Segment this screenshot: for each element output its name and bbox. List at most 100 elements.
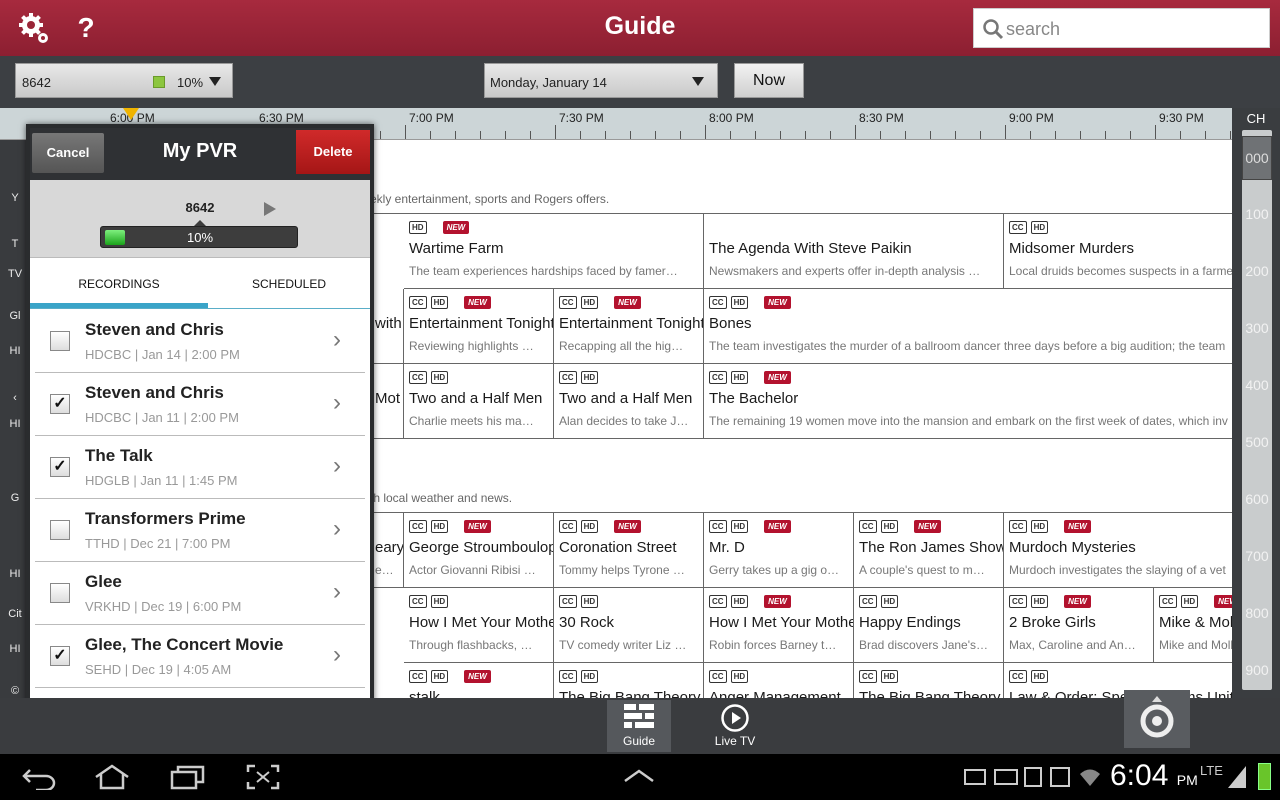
program-cell[interactable]: CC HD NEW How I Met Your Mother Robin forces…	[704, 588, 854, 663]
chevron-down-icon	[209, 77, 221, 86]
remote-control-button[interactable]	[1124, 690, 1190, 748]
program-title: George Stroumboulopoulos	[409, 539, 554, 556]
chevron-right-icon[interactable]: ›	[333, 326, 341, 354]
channel-info-text: th local weather and news.	[370, 491, 513, 505]
timeline-tick	[1080, 131, 1081, 139]
checkbox-unchecked[interactable]	[50, 520, 70, 540]
program-cell[interactable]: CCHD NEW Mike & Molly Mike and Molly	[1154, 588, 1232, 663]
program-cell[interactable]: CC HD NEW Entertainment Tonight Reviewing hi…	[404, 289, 554, 364]
search-input[interactable]	[1006, 14, 1261, 44]
program-title: The Big Bang Theory	[859, 689, 1001, 698]
program-cell[interactable]: CC HD NEW Mr. D Gerry takes up a gig o…	[704, 513, 854, 588]
tab-recordings[interactable]: RECORDINGS	[30, 277, 208, 291]
program-badges: CCHD NEW	[709, 595, 791, 608]
timeline-tick	[730, 131, 731, 139]
program-cell[interactable]: CC HD Midsomer Murders Local druids becomes…	[1004, 214, 1232, 289]
date-selector[interactable]: Monday, January 14	[484, 63, 718, 98]
channel-info-row[interactable]: ekly entertainment, sports and Rogers of…	[370, 140, 1232, 214]
timeline-tick	[555, 125, 556, 139]
program-description: Reviewing highlights …	[409, 339, 534, 353]
program-cell[interactable]: CC HD NEW Coronation Street Tommy helps Tyro…	[554, 513, 704, 588]
recording-item[interactable]: ✓ Steven and Chris HDCBC | Jan 11 | 2:00 P…	[35, 373, 365, 436]
program-title: Wartime Farm	[409, 240, 504, 257]
program-cell[interactable]: CC HD NEW 2 Broke Girls Max, Caroline and An…	[1004, 588, 1154, 663]
recording-title: Steven and Chris	[85, 320, 224, 339]
checkbox-unchecked[interactable]	[50, 331, 70, 351]
new-badge-icon: NEW	[464, 296, 491, 309]
recording-item[interactable]: ✓ Glee, The Concert Movie SEHD | Dec 19 | …	[35, 625, 365, 688]
play-icon[interactable]	[264, 202, 276, 216]
program-badges: CCHD NEW	[409, 670, 491, 683]
channel-info-row[interactable]: th local weather and news.	[370, 438, 1232, 513]
timeline-tick	[1105, 131, 1106, 139]
channel-number[interactable]: 100	[1238, 206, 1276, 222]
program-cell[interactable]: CC HD NEW Bones The team investigates the mu…	[704, 289, 1232, 364]
hd-badge-icon: HD	[580, 595, 599, 608]
chevron-up-icon[interactable]	[622, 768, 656, 784]
recording-item[interactable]: Transformers Prime TTHD | Dec 21 | 7:00 P…	[35, 499, 365, 562]
program-cell[interactable]: CC HD NEW Entertainment Tonight Recapping al…	[554, 289, 704, 364]
program-cell[interactable]: CC HD NEW Murdoch Mysteries Murdoch investig…	[1004, 513, 1232, 588]
checkbox-checked[interactable]: ✓	[50, 457, 70, 477]
chevron-right-icon[interactable]: ›	[333, 515, 341, 543]
program-cell[interactable]: CC HD Anger Management	[704, 663, 854, 698]
program-cell[interactable]: CC HD Two and a Half Men Charlie meets his …	[404, 364, 554, 439]
checkbox-checked[interactable]: ✓	[50, 646, 70, 666]
program-cell[interactable]: eary e…	[370, 513, 404, 588]
channel-number[interactable]: 700	[1238, 548, 1276, 564]
settings-gear-icon[interactable]	[14, 8, 54, 48]
checkbox-checked[interactable]: ✓	[50, 394, 70, 414]
program-cell[interactable]: with	[370, 289, 404, 364]
delete-button[interactable]: Delete	[296, 130, 370, 174]
program-cell[interactable]: CC HD NEW The Ron James Show A couple's ques…	[854, 513, 1004, 588]
tab-scheduled[interactable]: SCHEDULED	[208, 277, 370, 291]
program-cell[interactable]: CC HD NEW The Bachelor The remaining 19 wome…	[704, 364, 1232, 439]
program-cell[interactable]: HD NEW Wartime Farm The team experiences ha…	[404, 214, 704, 289]
channel-number[interactable]: 000	[1238, 150, 1276, 166]
chevron-right-icon[interactable]: ›	[333, 641, 341, 669]
recording-item[interactable]: Glee VRKHD | Dec 19 | 6:00 PM ›	[35, 562, 365, 625]
channel-number[interactable]: 200	[1238, 263, 1276, 279]
program-cell[interactable]: CC HD The Big Bang Theory	[854, 663, 1004, 698]
channel-number[interactable]: 900	[1238, 662, 1276, 678]
back-icon[interactable]	[22, 766, 56, 790]
channel-number[interactable]: 800	[1238, 605, 1276, 621]
screenshot-icon[interactable]	[246, 764, 280, 790]
recording-subtitle: VRKHD | Dec 19 | 6:00 PM	[85, 599, 242, 614]
timeline-tick	[955, 131, 956, 139]
pvr-selector[interactable]: 8642 10%	[15, 63, 233, 98]
recent-apps-icon[interactable]	[170, 764, 206, 790]
program-badges: HD NEW	[409, 221, 470, 234]
program-cell[interactable]: CCHD NEW George Stroumboulopoulos Actor Gio…	[404, 513, 554, 588]
chevron-right-icon[interactable]: ›	[333, 452, 341, 480]
new-badge-icon: NEW	[464, 520, 491, 533]
program-cell[interactable]: CC HD NEW stalk	[404, 663, 554, 698]
checkbox-unchecked[interactable]	[50, 583, 70, 603]
recording-item[interactable]: Steven and Chris HDCBC | Jan 14 | 2:00 PM…	[35, 310, 365, 373]
recording-item[interactable]: ✓ The Talk HDGLB | Jan 11 | 1:45 PM ›	[35, 436, 365, 499]
chevron-right-icon[interactable]: ›	[333, 389, 341, 417]
program-cell[interactable]: CC HD Law & Order: Special Victims Unit	[1004, 663, 1232, 698]
program-cell[interactable]: CC HD The Big Bang Theory	[554, 663, 704, 698]
program-cell[interactable]: CC HD Two and a Half Men Alan decides to ta…	[554, 364, 704, 439]
cancel-button[interactable]: Cancel	[32, 133, 104, 173]
help-icon[interactable]: ?	[66, 8, 106, 48]
chevron-right-icon[interactable]: ›	[333, 578, 341, 606]
search-field[interactable]	[973, 8, 1270, 48]
program-cell[interactable]: CC HD 30 Rock TV comedy writer Liz …	[554, 588, 704, 663]
recordings-list[interactable]: Steven and Chris HDCBC | Jan 14 | 2:00 PM…	[30, 310, 370, 718]
program-description: A couple's quest to m…	[859, 563, 985, 577]
now-button[interactable]: Now	[734, 63, 804, 98]
nav-live-tv-button[interactable]: Live TV	[703, 700, 767, 752]
channel-number[interactable]: 400	[1238, 377, 1276, 393]
channel-number[interactable]: 500	[1238, 434, 1276, 450]
channel-number[interactable]: 600	[1238, 491, 1276, 507]
program-cell[interactable]: The Agenda With Steve Paikin Newsmakers a…	[704, 214, 1004, 289]
program-cell[interactable]: CC HD Happy Endings Brad discovers Jane's…	[854, 588, 1004, 663]
nav-guide-button[interactable]: Guide	[607, 700, 671, 752]
program-cell[interactable]: Mot	[370, 364, 404, 439]
my-pvr-panel: Cancel My PVR Delete 8642 10% RECORDINGS…	[26, 124, 374, 718]
channel-number[interactable]: 300	[1238, 320, 1276, 336]
program-cell[interactable]: CC HD How I Met Your Mother Through flashba…	[404, 588, 554, 663]
home-icon[interactable]	[92, 764, 132, 790]
